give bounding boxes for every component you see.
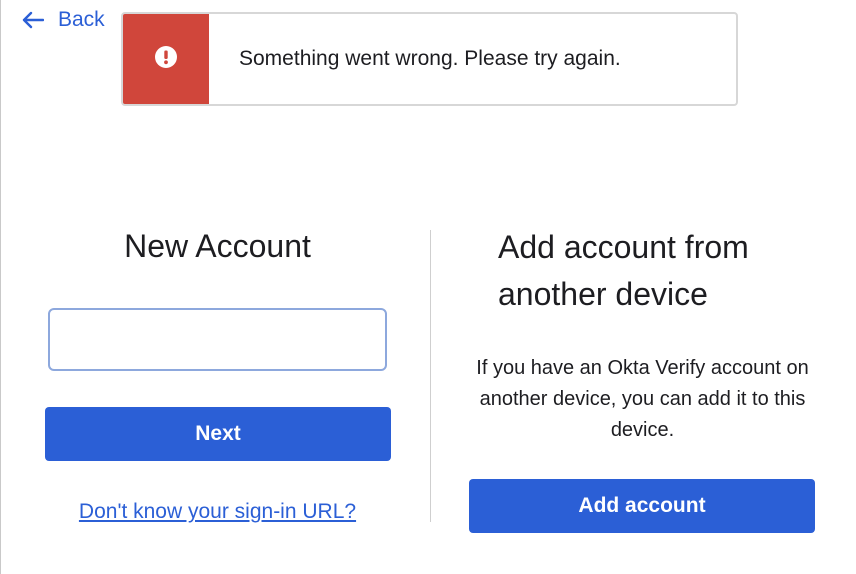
column-divider [430,230,431,522]
add-account-title-line2: another device [498,276,708,312]
new-account-title: New Account [124,228,311,264]
back-label: Back [58,8,105,31]
window-edge [0,0,1,574]
add-account-description: If you have an Okta Verify account on an… [476,357,809,441]
error-banner: Something went wrong. Please try again. [121,12,738,106]
exclamation-circle-icon [155,45,177,73]
arrow-left-icon [22,11,44,29]
error-stripe [123,14,209,104]
sign-in-url-input[interactable] [48,308,387,371]
add-account-button[interactable]: Add account [469,479,815,533]
next-button[interactable]: Next [45,407,391,461]
add-account-title-line1: Add account from [498,229,749,265]
sign-in-url-help-link[interactable]: Don't know your sign-in URL? [44,500,391,524]
error-message: Something went wrong. Please try again. [239,47,621,70]
add-account-title: Add account from another device [498,224,828,318]
back-link[interactable]: Back [22,8,105,32]
